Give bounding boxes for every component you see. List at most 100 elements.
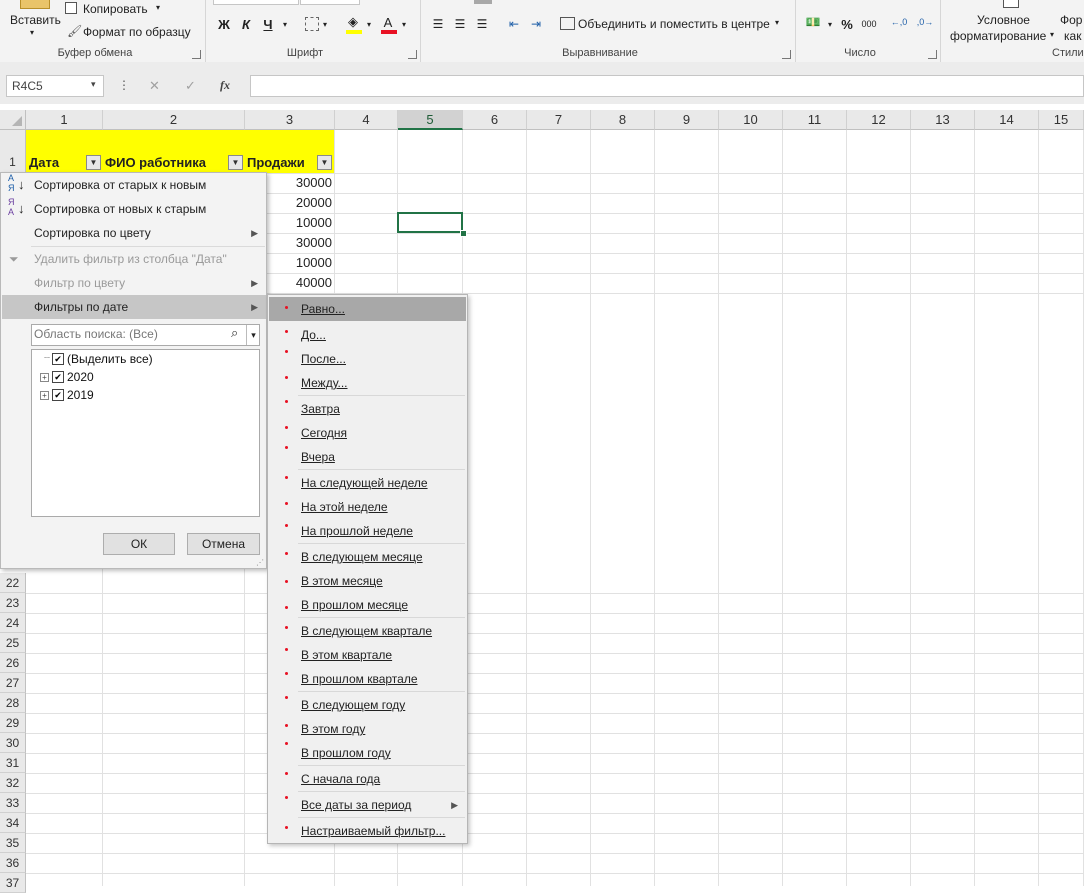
align-left-icon[interactable]: ☰ xyxy=(430,14,446,34)
date-filter-this-month[interactable]: В этом месяце xyxy=(269,569,466,593)
date-filter-this-quarter[interactable]: В этом квартале xyxy=(269,643,466,667)
row-header-37[interactable]: 37 xyxy=(0,873,26,893)
search-icon[interactable]: ⌕ xyxy=(231,325,238,341)
checkbox-checked-icon[interactable]: ✔ xyxy=(52,389,64,401)
copy-dropdown-icon[interactable]: ▾ xyxy=(156,3,160,12)
date-filter-next-quarter[interactable]: В следующем квартале xyxy=(269,619,466,643)
conditional-format-button-line1[interactable]: Условное xyxy=(977,13,1030,27)
expand-icon[interactable]: + xyxy=(40,390,49,400)
date-filter-this-week[interactable]: На этой неделе xyxy=(269,495,466,519)
column-header-10[interactable]: 10 xyxy=(719,110,783,130)
font-color-button[interactable]: А xyxy=(380,12,396,32)
header-cell-employee[interactable]: ФИО работника xyxy=(105,155,206,170)
column-header-13[interactable]: 13 xyxy=(911,110,975,130)
select-all-corner[interactable] xyxy=(0,110,26,130)
row-header-28[interactable]: 28 xyxy=(0,693,26,713)
column-header-8[interactable]: 8 xyxy=(591,110,655,130)
italic-button[interactable]: К xyxy=(238,14,254,34)
fill-color-icon[interactable]: ◈ xyxy=(345,12,361,32)
date-filter-between[interactable]: Между... xyxy=(269,371,466,395)
row-header-27[interactable]: 27 xyxy=(0,673,26,693)
date-filters[interactable]: Фильтры по дате ▶ xyxy=(2,295,266,319)
paste-icon[interactable] xyxy=(20,0,50,9)
borders-icon[interactable] xyxy=(305,17,319,31)
date-filter-after[interactable]: После... xyxy=(269,347,466,371)
underline-dropdown-icon[interactable]: ▾ xyxy=(280,14,290,34)
checkbox-checked-icon[interactable]: ✔ xyxy=(52,371,64,383)
conditional-format-button-line2[interactable]: форматирование xyxy=(950,29,1046,43)
row-header-29[interactable]: 29 xyxy=(0,713,26,733)
currency-icon[interactable]: 💵 xyxy=(803,12,823,32)
date-filter-year-to-date[interactable]: С начала года xyxy=(269,767,466,791)
filter-by-color[interactable]: Фильтр по цвету ▶ xyxy=(2,271,266,295)
conditional-format-dropdown-icon[interactable]: ▾ xyxy=(1050,30,1054,39)
alignment-launcher-icon[interactable] xyxy=(782,50,791,59)
font-color-dropdown-icon[interactable]: ▾ xyxy=(399,14,409,34)
formula-input[interactable] xyxy=(250,75,1084,97)
column-header-1[interactable]: 1 xyxy=(26,110,103,130)
column-header-2[interactable]: 2 xyxy=(103,110,245,130)
date-filter-last-year[interactable]: В прошлом году xyxy=(269,741,466,765)
align-center-icon[interactable]: ☰ xyxy=(452,14,468,34)
column-header-15[interactable]: 15 xyxy=(1039,110,1084,130)
borders-dropdown-icon[interactable]: ▾ xyxy=(320,14,330,34)
column-header-12[interactable]: 12 xyxy=(847,110,911,130)
align-right-icon[interactable]: ☰ xyxy=(474,14,490,34)
row-header-31[interactable]: 31 xyxy=(0,753,26,773)
merge-dropdown-icon[interactable]: ▾ xyxy=(775,18,779,27)
font-launcher-icon[interactable] xyxy=(408,50,417,59)
font-size-box-2[interactable] xyxy=(300,0,360,5)
expand-icon[interactable]: + xyxy=(40,372,49,382)
sort-by-color[interactable]: Сортировка по цвету ▶ xyxy=(2,221,266,245)
date-filter-last-month[interactable]: В прошлом месяце xyxy=(269,593,466,617)
clear-filter-date[interactable]: ⏷ Удалить фильтр из столбца "Дата" xyxy=(2,247,266,271)
increase-indent-icon[interactable]: ⇥ xyxy=(527,14,545,34)
tree-year-2019[interactable]: + ✔ 2019 xyxy=(40,386,94,404)
number-launcher-icon[interactable] xyxy=(928,50,937,59)
row-header-30[interactable]: 30 xyxy=(0,733,26,753)
date-filter-today[interactable]: Сегодня xyxy=(269,421,466,445)
merge-icon[interactable] xyxy=(560,17,575,30)
format-as-table-line1[interactable]: Фор xyxy=(1060,13,1082,27)
column-header-5[interactable]: 5 xyxy=(398,110,463,130)
underline-button[interactable]: Ч xyxy=(260,14,276,34)
date-filter-next-year[interactable]: В следующем году xyxy=(269,693,466,717)
formula-bar-options-icon[interactable]: ⋮ xyxy=(118,78,130,92)
row-header-36[interactable]: 36 xyxy=(0,853,26,873)
date-filter-next-month[interactable]: В следующем месяце xyxy=(269,545,466,569)
percent-button[interactable]: % xyxy=(838,14,856,34)
paste-dropdown-icon[interactable]: ▾ xyxy=(30,28,34,37)
date-filter-yesterday[interactable]: Вчера xyxy=(269,445,466,469)
formula-enter-icon[interactable]: ✓ xyxy=(185,78,196,94)
name-box-dropdown-icon[interactable]: ▾ xyxy=(91,79,96,90)
row-header-26[interactable]: 26 xyxy=(0,653,26,673)
sort-oldest-to-newest[interactable]: АЯ ↓ Сортировка от старых к новым xyxy=(2,173,266,197)
fill-handle[interactable] xyxy=(460,230,467,237)
header-cell-sales[interactable]: Продажи xyxy=(247,155,305,170)
column-header-7[interactable]: 7 xyxy=(527,110,591,130)
header-cell-date[interactable]: Дата xyxy=(29,155,59,170)
employee-filter-button[interactable]: ▼ xyxy=(228,155,243,170)
date-filter-equals[interactable]: Равно... xyxy=(269,297,466,321)
paste-button[interactable]: Вставить xyxy=(10,13,61,27)
tree-select-all[interactable]: ┄ ✔ (Выделить все) xyxy=(44,350,153,368)
row-header-34[interactable]: 34 xyxy=(0,813,26,833)
font-size-box[interactable] xyxy=(213,0,299,5)
clipboard-launcher-icon[interactable] xyxy=(192,50,201,59)
row-header-24[interactable]: 24 xyxy=(0,613,26,633)
decrease-indent-icon[interactable]: ⇤ xyxy=(505,14,523,34)
thousands-button[interactable]: 000 xyxy=(858,14,880,34)
date-filter-button[interactable]: ▼ xyxy=(86,155,101,170)
date-filter-next-week[interactable]: На следующей неделе xyxy=(269,471,466,495)
date-filter-last-quarter[interactable]: В прошлом квартале xyxy=(269,667,466,691)
column-header-9[interactable]: 9 xyxy=(655,110,719,130)
filter-search-input[interactable]: Область поиска: (Все) ⌕ ▾ xyxy=(31,324,260,346)
row-header-1[interactable]: 1 xyxy=(0,130,26,173)
decrease-decimal-icon[interactable]: ,0→ xyxy=(914,12,936,32)
increase-decimal-icon[interactable]: ←,0 xyxy=(888,12,910,32)
row-header-22[interactable]: 22 xyxy=(0,573,26,593)
format-painter-button[interactable]: Формат по образцу xyxy=(83,25,191,39)
checkbox-checked-icon[interactable]: ✔ xyxy=(52,353,65,365)
tree-year-2020[interactable]: + ✔ 2020 xyxy=(40,368,94,386)
merge-center-button[interactable]: Объединить и поместить в центре xyxy=(578,17,770,31)
